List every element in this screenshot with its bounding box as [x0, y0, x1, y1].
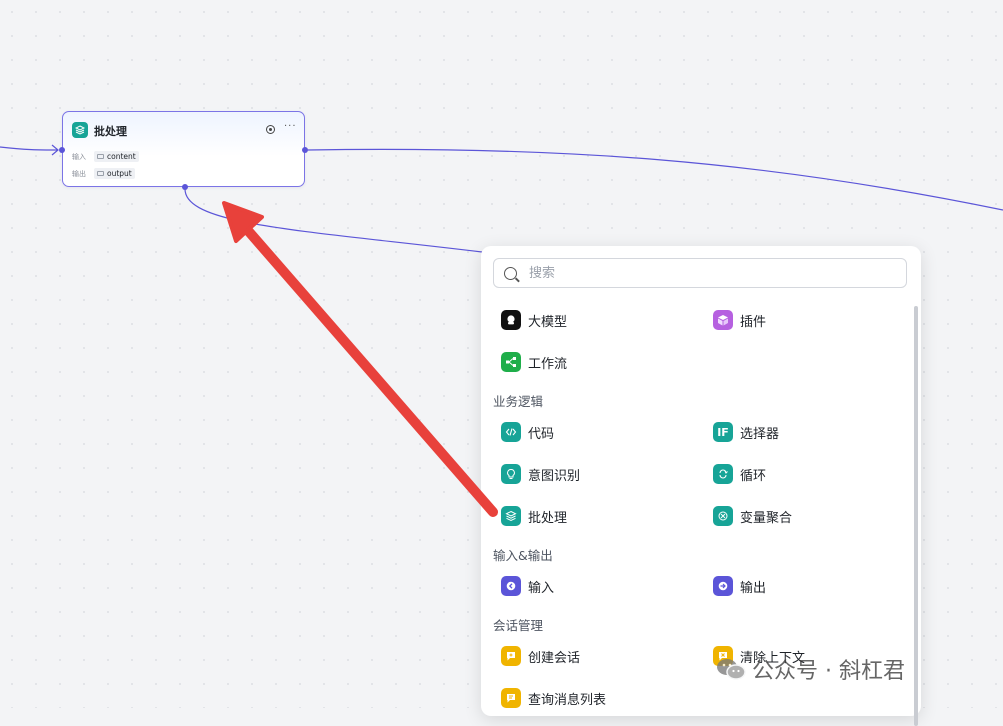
item-label: 大模型 [528, 314, 568, 330]
node-option-selector[interactable]: IF 选择器 [713, 421, 779, 443]
item-label: 查询消息列表 [528, 692, 607, 708]
layers-icon [501, 506, 521, 526]
item-label: 输入 [528, 580, 555, 596]
item-label: 选择器 [740, 426, 780, 442]
item-label: 输出 [740, 580, 767, 596]
item-label: 代码 [528, 426, 555, 442]
section-title-io: 输入&输出 [493, 548, 553, 563]
output-label: 输出 [72, 169, 86, 178]
item-label: 创建会话 [528, 650, 581, 666]
node-option-llm[interactable]: 大模型 [501, 309, 567, 331]
search-input[interactable] [527, 264, 891, 282]
node-option-workflow[interactable]: 工作流 [501, 351, 567, 373]
if-icon: IF [713, 422, 733, 442]
variable-icon [97, 171, 104, 176]
section-title-business-logic: 业务逻辑 [493, 394, 544, 409]
node-option-intent[interactable]: 意图识别 [501, 463, 580, 485]
loop-icon [713, 464, 733, 484]
node-input-row: 输入 content [72, 151, 139, 162]
output-value: output [107, 169, 132, 178]
section-title-session: 会话管理 [493, 618, 544, 633]
search-box[interactable] [493, 258, 907, 288]
input-icon [501, 576, 521, 596]
watermark: 公众号 · 斜杠君 [716, 649, 905, 689]
node-option-input[interactable]: 输入 [501, 575, 554, 597]
llm-icon [501, 310, 521, 330]
node-option-plugin[interactable]: 插件 [713, 309, 766, 331]
node-option-create-chat[interactable]: 创建会话 [501, 645, 580, 667]
input-label: 输入 [72, 152, 86, 161]
bulb-icon [501, 464, 521, 484]
node-option-output[interactable]: 输出 [713, 575, 766, 597]
output-port[interactable] [302, 147, 308, 153]
input-param-tag: content [94, 151, 139, 162]
batch-body-port[interactable] [182, 184, 188, 190]
incoming-wire [0, 146, 59, 151]
node-option-message-list[interactable]: 查询消息列表 [501, 687, 606, 709]
item-label: 变量聚合 [740, 510, 793, 526]
create-chat-icon [501, 646, 521, 666]
wechat-icon [716, 657, 746, 681]
more-icon[interactable]: ··· [284, 121, 297, 132]
run-icon[interactable] [266, 125, 275, 134]
output-icon [713, 576, 733, 596]
item-label: 批处理 [528, 510, 568, 526]
message-list-icon [501, 688, 521, 708]
item-label: 插件 [740, 314, 767, 330]
batch-body-wire [184, 188, 483, 253]
outgoing-wire [307, 148, 1003, 211]
node-option-code[interactable]: 代码 [501, 421, 554, 443]
node-title: 批处理 [94, 125, 127, 138]
plugin-cube-icon [713, 310, 733, 330]
panel-scrollbar[interactable] [914, 306, 918, 726]
output-param-tag: output [94, 168, 135, 179]
node-option-batch[interactable]: 批处理 [501, 505, 567, 527]
input-port[interactable] [59, 147, 65, 153]
batch-node[interactable]: 批处理 ··· 输入 content 输出 output [62, 111, 305, 187]
node-option-variable-aggregate[interactable]: 变量聚合 [713, 505, 792, 527]
node-option-loop[interactable]: 循环 [713, 463, 766, 485]
watermark-text: 公众号 · 斜杠君 [752, 659, 905, 684]
search-icon [504, 266, 517, 280]
code-icon [501, 422, 521, 442]
item-label: 意图识别 [528, 468, 581, 484]
item-label: 循环 [740, 468, 767, 484]
aggregate-icon [713, 506, 733, 526]
variable-icon [97, 154, 104, 159]
item-label: 工作流 [528, 356, 568, 372]
node-output-row: 输出 output [72, 168, 135, 179]
input-value: content [107, 152, 136, 161]
workflow-icon [501, 352, 521, 372]
add-node-panel: 大模型 插件 工作流 业务逻辑 代码 IF 选择器 意图识别 循环 [481, 246, 921, 726]
layers-icon [72, 122, 88, 138]
